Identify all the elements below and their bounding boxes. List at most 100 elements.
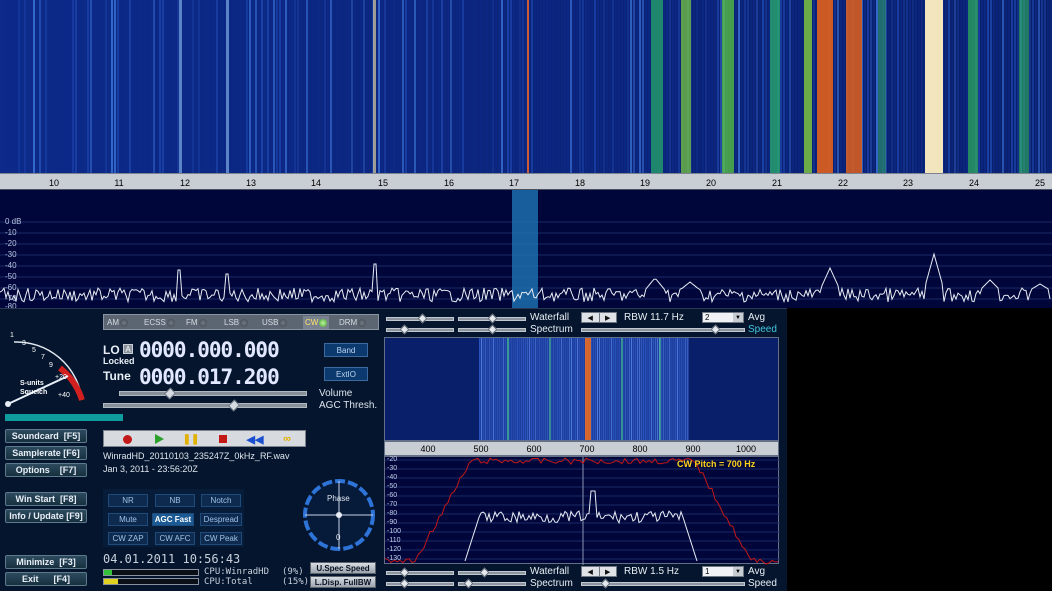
avg-label: Avg [748,312,766,323]
phase-label: Phase [327,494,350,503]
speed-slider[interactable] [581,324,745,335]
mute-button[interactable]: Mute [108,513,148,526]
mode-lsb-button[interactable]: LSB [224,316,249,329]
ldisp-fullbw-button[interactable]: L.Disp. FullBW [310,576,376,588]
lower-spectrum-label: Spectrum [530,578,573,589]
options-button[interactable]: Options [F7] [5,463,87,477]
cpu-winrad-bar [103,569,199,576]
rewind-icon: ◀◀ [246,433,264,446]
mode-ecss-button[interactable]: ECSS [144,316,175,329]
lower-waterfall-slider-1[interactable] [386,567,454,578]
clock: 04.01.2011 10:56:43 [103,552,241,566]
avg-select[interactable]: 2 ▼ [702,312,744,323]
transport-bar: ❚❚ ◀◀ ∞ [103,430,306,447]
db-label: -10 [5,228,17,237]
band-button[interactable]: Band [324,343,368,357]
lower-spectrum-slider-2[interactable] [458,578,526,589]
squelch-label: Squelch [20,389,48,396]
mode-label: USB [262,318,279,327]
zoom-axis-tick: 700 [579,444,595,454]
soundcard-button[interactable]: Soundcard [F5] [5,429,87,443]
lower-speed-slider[interactable] [581,578,745,589]
zoom-waterfall[interactable] [384,337,779,441]
led-icon [166,318,175,327]
mode-fm-button[interactable]: FM [186,316,207,329]
mode-cw-button[interactable]: CW [303,316,330,329]
squelch-bar[interactable] [5,414,123,421]
cw-pitch-label: CW Pitch = 700 Hz [677,459,756,469]
phase-value: 0 [336,533,341,542]
exit-button[interactable]: Exit [F4] [5,572,87,586]
arrow-right-icon[interactable]: ▶ [600,313,617,322]
zoom-db-label: -40 [387,474,398,481]
loop-button[interactable]: ∞ [272,433,302,445]
chevron-down-icon: ▼ [733,313,743,322]
agc-threshold-slider[interactable] [103,399,307,412]
main-axis-tick: 17 [508,178,520,188]
zoom-db-label: -90 [387,519,398,526]
nr-button[interactable]: NR [108,494,148,507]
zoom-db-label: -70 [387,501,398,508]
main-spectrum[interactable]: 0 dB -10 -20 -30 -40 -50 -60 -70 -80 [0,190,1052,311]
zoom-waterfall-image [385,338,778,440]
lo-badge[interactable]: A [123,344,133,354]
zoom-db-label: -20 [387,456,398,463]
main-frequency-axis[interactable]: 10 11 12 13 14 15 16 17 18 19 20 21 22 2… [0,173,1052,190]
info-update-button[interactable]: Info / Update [F9] [5,509,87,523]
rewind-button[interactable]: ◀◀ [240,433,270,446]
mode-usb-button[interactable]: USB [262,316,288,329]
pause-button[interactable]: ❚❚ [176,433,206,445]
cw-afc-button[interactable]: CW AFC [155,532,195,545]
cw-zap-button[interactable]: CW ZAP [108,532,148,545]
uspec-speed-button[interactable]: U.Spec Speed [310,562,376,574]
led-icon [198,318,207,327]
arrow-left-icon[interactable]: ◀ [582,313,600,322]
waterfall-slider-1[interactable] [386,313,454,324]
lower-avg-select[interactable]: 1 ▼ [702,566,744,577]
waterfall-slider-2[interactable] [458,313,526,324]
lower-spectrum-slider-1[interactable] [386,578,454,589]
pause-icon: ❚❚ [182,433,200,445]
lo-frequency-display[interactable]: 0000.000.000 [139,338,280,362]
volume-slider[interactable] [119,387,307,400]
extio-button[interactable]: ExtIO [324,367,368,381]
rbw-label: RBW 11.7 Hz [624,312,684,323]
smeter-scale: 3 [22,340,26,347]
tune-frequency-display[interactable]: 0000.017.200 [139,365,280,389]
play-button[interactable] [144,433,174,445]
samplerate-button[interactable]: Samplerate [F6] [5,446,87,460]
spectrum-label: Spectrum [530,324,573,335]
lower-waterfall-arrows[interactable]: ◀ ▶ [581,566,617,577]
cpu-winrad-label: CPU:WinradHD [204,567,270,577]
main-waterfall[interactable] [0,0,1052,173]
spectrum-slider-1[interactable] [386,324,454,335]
record-button[interactable] [112,433,142,445]
stop-button[interactable] [208,433,238,445]
despread-button[interactable]: Despread [200,513,242,526]
main-axis-tick: 19 [639,178,651,188]
phase-dial[interactable] [300,476,378,554]
agc-fast-button[interactable]: AGC Fast [152,513,194,526]
spectrum-slider-2[interactable] [458,324,526,335]
db-label: -20 [5,239,17,248]
main-axis-tick: 14 [310,178,322,188]
win-start-button[interactable]: Win Start [F8] [5,492,87,506]
file-date: Jan 3, 2011 - 23:56:20Z [103,464,198,474]
arrow-left-icon[interactable]: ◀ [582,567,600,576]
minimize-button[interactable]: Minimize [F3] [5,555,87,569]
mode-drm-button[interactable]: DRM [339,316,367,329]
avg-value: 1 [705,567,710,576]
cw-peak-button[interactable]: CW Peak [200,532,242,545]
zoom-frequency-axis[interactable]: 400 500 600 700 800 900 1000 [384,441,779,456]
zoom-spectrum[interactable]: -20 -30 -40 -50 -60 -70 -80 -90 -100 -11… [384,456,780,565]
lower-waterfall-slider-2[interactable] [458,567,526,578]
avg-value: 2 [705,313,710,322]
mode-am-button[interactable]: AM [107,316,128,329]
main-axis-tick: 21 [771,178,783,188]
arrow-right-icon[interactable]: ▶ [600,567,617,576]
notch-button[interactable]: Notch [201,494,241,507]
loop-icon: ∞ [283,433,291,445]
cpu-winrad-fill [104,570,113,575]
waterfall-arrows[interactable]: ◀ ▶ [581,312,617,323]
nb-button[interactable]: NB [155,494,195,507]
